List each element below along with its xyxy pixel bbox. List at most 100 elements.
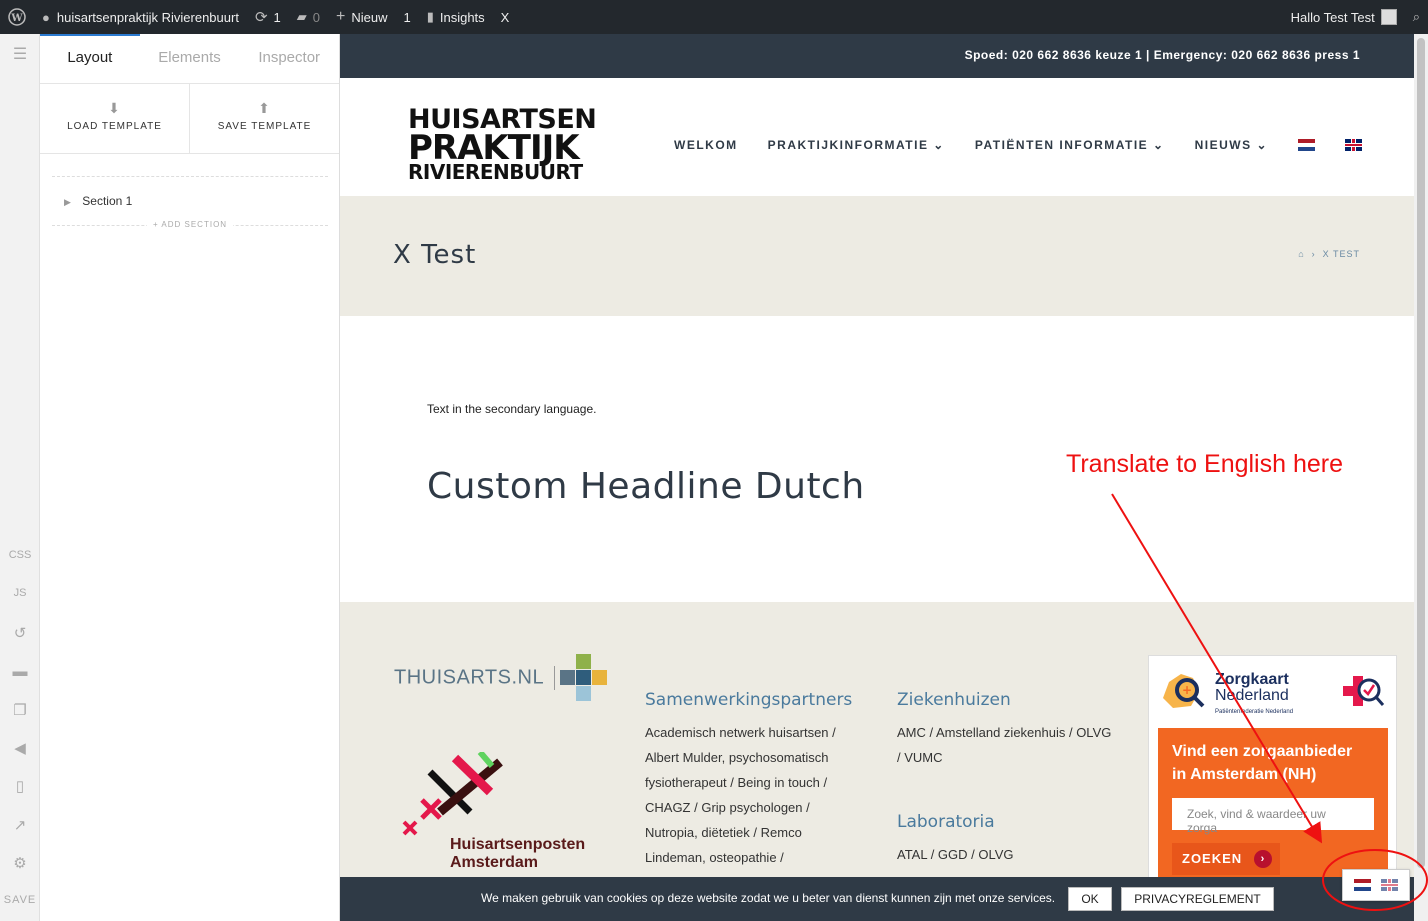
hap-text: Huisartsenposten Amsterdam: [450, 836, 585, 872]
nav-nieuws[interactable]: NIEUWS ⌄: [1195, 138, 1268, 152]
partners-line[interactable]: fysiotherapeut / Being in touch /: [645, 770, 855, 795]
pending-count[interactable]: 1: [395, 0, 418, 34]
hospitals-title: Ziekenhuizen: [897, 690, 1011, 710]
custom-headline: Custom Headline Dutch: [427, 466, 865, 507]
nav-praktijkinformatie-label: PRAKTIJKINFORMATIE: [767, 138, 929, 152]
zorgkaart-heading: Vind een zorgaanbieder in Amsterdam (NH): [1172, 740, 1352, 786]
zorgkaart-search-input[interactable]: Zoek, vind & waardeer uw zorga: [1172, 798, 1374, 835]
x-label: X: [500, 9, 510, 25]
thuisarts-label: THUISARTS.NL: [394, 666, 545, 689]
bar-chart-icon: ▮: [426, 9, 434, 24]
new-label: Nieuw: [351, 9, 388, 25]
search-icon[interactable]: ⌕: [1405, 0, 1428, 34]
nav-patienten-informatie[interactable]: PATIËNTEN INFORMATIE ⌄: [975, 138, 1165, 152]
logo-line-3: RIVIERENBUURT: [408, 160, 583, 184]
zorgkaart-heading-2: in Amsterdam (NH): [1172, 766, 1317, 783]
site-logo[interactable]: HUISARTSEN PRAKTIJK RIVIERENBUURT: [408, 106, 597, 184]
plus-icon: +: [336, 8, 346, 25]
site-header: HUISARTSEN PRAKTIJK RIVIERENBUURT WELKOM…: [340, 78, 1414, 196]
zorgkaart-widget: + Zorgkaart Nederland Patiëntenfederatie…: [1148, 655, 1397, 898]
account-menu[interactable]: Hallo Test Test: [1283, 0, 1405, 34]
nav-nieuws-label: NIEUWS: [1194, 138, 1252, 152]
js-button[interactable]: JS: [0, 587, 40, 599]
external-link-icon[interactable]: ↗: [0, 816, 40, 834]
main-nav: WELKOM PRAKTIJKINFORMATIE ⌄ PATIËNTEN IN…: [644, 138, 1362, 152]
partners-line[interactable]: Academisch netwerk huisartsen /: [645, 720, 855, 745]
hospitals-line[interactable]: AMC / Amstelland ziekenhuis / OLVG: [897, 720, 1117, 745]
templates-icon[interactable]: ❐: [0, 701, 40, 719]
preview-scrollbar[interactable]: [1414, 34, 1428, 921]
dutch-flag-icon[interactable]: [1354, 879, 1371, 891]
hospitals-line[interactable]: / VUMC: [897, 745, 1117, 770]
english-flag-icon[interactable]: [1345, 139, 1362, 151]
new-content-link[interactable]: + Nieuw: [328, 0, 395, 34]
site-footer: THUISARTS.NL Huisartsenposten Amsterdam …: [340, 602, 1414, 921]
partners-line[interactable]: CHAGZ / Grip psychologen /: [645, 795, 855, 820]
load-template-button[interactable]: ⬇ LOAD TEMPLATE: [40, 84, 189, 153]
site-name-label: huisartsenpraktijk Rivierenbuurt: [56, 9, 239, 25]
tab-inspector[interactable]: Inspector: [239, 34, 339, 83]
back-icon[interactable]: ◀: [0, 739, 40, 757]
insights-link[interactable]: ▮ Insights: [419, 0, 493, 34]
section-item[interactable]: ▶ Section 1: [52, 177, 328, 225]
tab-elements[interactable]: Elements: [140, 34, 240, 83]
thuisarts-logo[interactable]: THUISARTS.NL: [394, 666, 565, 690]
partners-line[interactable]: Nutropia, diëtetiek / Remco: [645, 820, 855, 845]
settings-gear-icon[interactable]: ⚙: [0, 854, 40, 872]
history-icon[interactable]: ↺: [0, 624, 40, 642]
english-flag-icon[interactable]: [1381, 879, 1398, 891]
save-button[interactable]: SAVE: [0, 894, 40, 906]
insights-label: Insights: [439, 9, 485, 25]
add-section-button[interactable]: + ADD SECTION: [52, 220, 328, 235]
privacy-policy-button[interactable]: PRIVACYREGLEMENT: [1121, 887, 1274, 911]
page-title-bar: X Test ⌂ › X TEST: [340, 196, 1414, 316]
section-label: Section 1: [82, 194, 133, 208]
labs-title: Laboratoria: [897, 812, 995, 832]
updates-link[interactable]: ⟳ 1: [247, 0, 289, 34]
zoeken-label: ZOEKEN: [1182, 851, 1243, 866]
partners-line[interactable]: Albert Mulder, psychosomatisch: [645, 745, 855, 770]
home-icon[interactable]: ⌂: [1298, 249, 1304, 259]
partners-line[interactable]: Lindeman, osteopathie /: [645, 845, 855, 870]
add-section-label: + ADD SECTION: [146, 220, 234, 229]
save-template-button[interactable]: ⬆ SAVE TEMPLATE: [189, 84, 339, 153]
x-link[interactable]: X: [493, 0, 518, 34]
double-chevron-down-icon: ⌄: [933, 138, 945, 152]
huisartsenposten-logo[interactable]: Huisartsenposten Amsterdam: [400, 750, 620, 882]
load-template-label: LOAD TEMPLATE: [67, 121, 162, 132]
wordpress-logo-icon[interactable]: W: [0, 0, 34, 34]
zorgkaart-map-icon: +: [1163, 674, 1205, 708]
zoeken-button[interactable]: ZOEKEN ›: [1172, 843, 1280, 875]
annotation-text: Translate to English here: [1066, 450, 1344, 478]
nav-praktijkinformatie[interactable]: PRAKTIJKINFORMATIE ⌄: [768, 138, 945, 152]
scrollbar-thumb[interactable]: [1417, 38, 1425, 868]
nav-patienten-label: PATIËNTEN INFORMATIE: [974, 138, 1149, 152]
layout-icon[interactable]: ▬: [0, 663, 40, 680]
page-title: X Test: [393, 240, 477, 270]
pending-count-label: 1: [403, 9, 411, 25]
zorgkaart-subtitle: Patiëntenfederatie Nederland: [1215, 709, 1294, 715]
body-text: Text in the secondary language.: [427, 402, 597, 416]
expand-arrow-icon[interactable]: ▶: [64, 197, 71, 207]
avatar: [1380, 9, 1397, 25]
site-name-link[interactable]: ● huisartsenpraktijk Rivierenbuurt: [34, 0, 247, 34]
dutch-flag-icon[interactable]: [1298, 139, 1315, 151]
svg-text:W: W: [10, 13, 23, 24]
nav-welkom[interactable]: WELKOM: [674, 138, 738, 152]
menu-icon[interactable]: ☰: [0, 44, 40, 64]
css-button[interactable]: CSS: [0, 549, 40, 561]
builder-rail: ☰ CSS JS ↺ ▬ ❐ ◀ ▯ ↗ ⚙ SAVE: [0, 34, 40, 921]
zorgkaart-logo[interactable]: Zorgkaart Nederland Patiëntenfederatie N…: [1215, 672, 1293, 720]
responsive-icon[interactable]: ▯: [0, 777, 40, 795]
cookie-ok-button[interactable]: OK: [1068, 887, 1112, 911]
updates-count: 1: [273, 9, 281, 25]
svg-text:+: +: [1182, 683, 1192, 697]
comments-link[interactable]: ▰ 0: [289, 0, 328, 34]
download-icon: ⬇: [108, 100, 121, 116]
tab-layout[interactable]: Layout: [40, 34, 140, 83]
labs-line[interactable]: ATAL / GGD / OLVG: [897, 842, 1117, 867]
cookie-bar: We maken gebruik van cookies op deze web…: [340, 877, 1414, 921]
zorgkaart-title-2: Nederland: [1215, 687, 1289, 704]
zorgkaart-title-1: Zorgkaart: [1215, 671, 1289, 688]
language-switcher: [1342, 869, 1410, 901]
